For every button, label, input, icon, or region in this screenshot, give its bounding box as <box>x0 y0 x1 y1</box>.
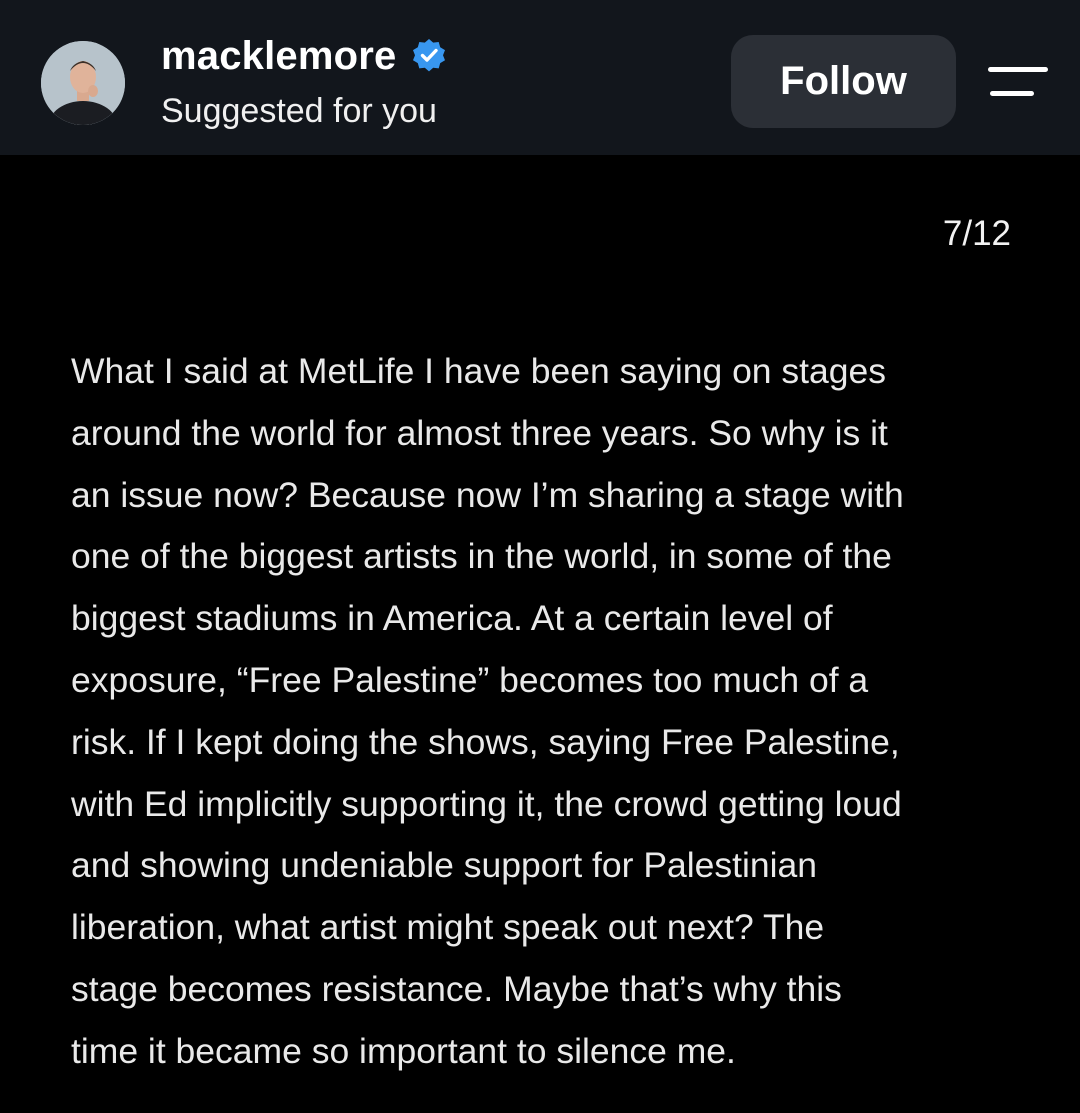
carousel-page-counter: 7/12 <box>942 214 1011 253</box>
post-text-line: liberation, what artist might speak out … <box>71 907 825 948</box>
menu-line-bottom <box>990 91 1034 96</box>
post-text-line: one of the biggest artists in the world,… <box>71 536 892 577</box>
avatar-photo <box>41 41 125 125</box>
post-text-line: biggest stadiums in America. At a certai… <box>71 598 833 639</box>
post-header: macklemore Suggested for you Follow <box>0 0 1080 155</box>
suggested-label: Suggested for you <box>161 92 437 130</box>
post-text-line: risk. If I kept doing the shows, saying … <box>71 721 900 762</box>
post-text-line: and showing undeniable support for Pales… <box>71 845 818 886</box>
username-row: macklemore <box>161 30 448 82</box>
post-text-line: time it became so important to silence m… <box>71 1030 736 1071</box>
post-text-line: stage becomes resistance. Maybe that’s w… <box>71 968 842 1009</box>
post-text-line: around the world for almost three years.… <box>71 412 888 453</box>
verified-badge-icon <box>410 37 448 75</box>
post-text-line: an issue now? Because now I’m sharing a … <box>71 474 904 515</box>
post-text-line: What I said at MetLife I have been sayin… <box>71 351 887 391</box>
follow-button[interactable]: Follow <box>731 35 956 128</box>
post-text-body: What I said at MetLife I have been sayin… <box>71 341 1031 1083</box>
profile-avatar[interactable] <box>41 41 125 125</box>
post-text-line: with Ed implicitly supporting it, the cr… <box>71 783 902 824</box>
post-text-line: exposure, “Free Palestine” becomes too m… <box>71 659 869 700</box>
menu-line-top <box>988 67 1048 72</box>
username[interactable]: macklemore <box>161 34 396 79</box>
menu-icon[interactable] <box>988 64 1048 100</box>
